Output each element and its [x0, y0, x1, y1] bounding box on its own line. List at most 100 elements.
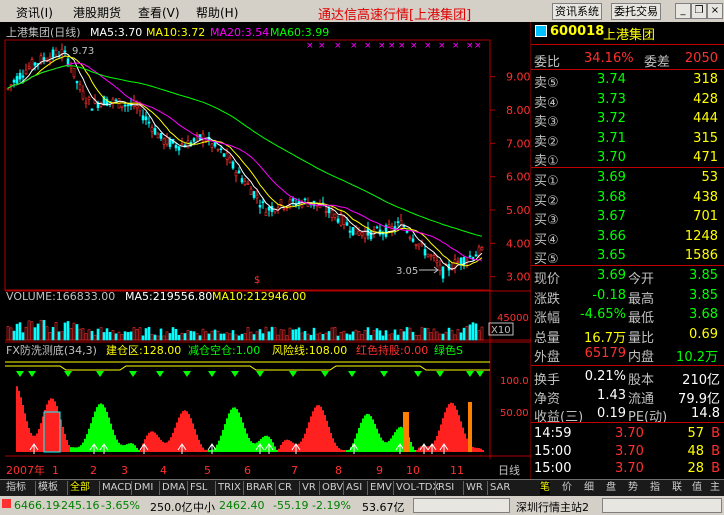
y-tick-label: 4.00 [506, 237, 531, 250]
tab-13[interactable]: EMV [370, 481, 392, 495]
volume-bar [477, 330, 481, 341]
indicator-bar [482, 449, 484, 452]
signal-dot-icon: × [398, 41, 406, 51]
volume-bar [90, 330, 94, 341]
volume-bar [465, 326, 469, 341]
side-tab-7[interactable]: 值 [692, 481, 702, 495]
indicator-bar [126, 444, 128, 452]
side-tab-5[interactable]: 指 [650, 481, 660, 495]
info-system-button[interactable]: 资讯系统 [552, 3, 602, 20]
volume-bar [456, 328, 460, 341]
volume-bar [162, 335, 166, 341]
tab-12[interactable]: ASI [346, 481, 362, 495]
indicator-bar [392, 435, 394, 452]
candle-body [216, 148, 220, 151]
tab-9[interactable]: CR [278, 481, 292, 495]
ticker-box [413, 498, 510, 513]
candle-body [18, 72, 22, 80]
tab-5[interactable]: DMA [162, 481, 185, 495]
tab-separator [243, 481, 244, 495]
fund-label: 换手 [534, 373, 561, 388]
indicator-bar [56, 406, 58, 452]
volume-bar [435, 331, 439, 341]
side-tab-0[interactable]: 笔 [540, 481, 550, 495]
tab-17[interactable]: SAR [490, 481, 510, 495]
indicator-bar [288, 440, 290, 452]
volume-bar [42, 319, 46, 341]
candle-body [15, 76, 19, 84]
indicator-bar [86, 434, 88, 452]
volume-bar [249, 331, 253, 341]
close-icon[interactable]: × [707, 3, 723, 19]
candle-body [114, 99, 118, 102]
indicator-bar [112, 429, 114, 452]
restore-icon[interactable]: ❐ [691, 3, 707, 19]
tab-separator [393, 481, 394, 495]
period-label[interactable]: 日线 [498, 463, 520, 477]
server-label[interactable]: 深圳行情主站2 [516, 499, 589, 515]
indicator-bar [224, 424, 226, 452]
stock-chart[interactable]: 上港集团(日线) MA5:3.70 MA10:3.72 MA20:3.54 MA… [0, 22, 531, 479]
menu-info[interactable]: 资讯(I) [16, 4, 53, 21]
tab-6[interactable]: FSL [190, 481, 208, 495]
volume-bar [306, 333, 310, 341]
side-tab-4[interactable]: 势 [628, 481, 638, 495]
tab-2[interactable]: 全部 [70, 481, 90, 495]
candle-body [180, 143, 184, 146]
side-tab-1[interactable]: 价 [562, 481, 572, 495]
volume-bar [159, 328, 163, 341]
candle-body [423, 249, 427, 256]
minimize-icon[interactable]: _ [675, 3, 691, 19]
indicator-bar [232, 407, 234, 452]
menu-help[interactable]: 帮助(H) [196, 4, 238, 21]
tab-separator [67, 481, 68, 495]
tab-3[interactable]: MACD [102, 481, 132, 495]
indicator-bar [24, 413, 26, 452]
tab-11[interactable]: OBV [322, 481, 343, 495]
indicator-bar [316, 405, 318, 452]
ask-row: 卖② 3.71 315 [531, 131, 724, 150]
indicator-bar [160, 439, 162, 452]
side-tab-6[interactable]: 联 [672, 481, 682, 495]
candle-body [90, 108, 94, 111]
side-tab-2[interactable]: 细 [584, 481, 594, 495]
indicator-hold: 红色持股:0.00 [356, 343, 428, 357]
trade-button[interactable]: 委托交易 [611, 3, 661, 20]
volume-bar [156, 335, 160, 341]
volume-bar [108, 331, 112, 341]
tab-8[interactable]: BRAR [246, 481, 273, 495]
volume-bar [129, 331, 133, 341]
volume-bar [231, 330, 235, 341]
indicator-bar [478, 448, 480, 452]
tab-14[interactable]: VOL-TDX [396, 481, 439, 495]
indicator-bar [208, 450, 210, 452]
indicator-tick-100: 100.0 [500, 376, 529, 387]
tab-7[interactable]: TRIX [218, 481, 241, 495]
menu-view[interactable]: 查看(V) [138, 4, 180, 21]
tab-0[interactable]: 指标 [6, 481, 26, 495]
ask-volume: 471 [693, 150, 718, 165]
signal-dot-icon: × [424, 41, 432, 51]
candle-body [477, 246, 481, 256]
volume-bar [387, 334, 391, 341]
indicator-name[interactable]: FX防洗测底(34,3) [6, 343, 97, 357]
ask-level-label: 卖③ [534, 115, 559, 130]
indicator-bar [466, 438, 468, 452]
indicator-bar [250, 441, 252, 452]
tab-1[interactable]: 模板 [38, 481, 58, 495]
tab-4[interactable]: DMI [134, 481, 153, 495]
tab-10[interactable]: VR [302, 481, 316, 495]
ask-price: 3.74 [597, 72, 626, 87]
side-tab-8[interactable]: 主 [710, 481, 720, 495]
indicator-bar [72, 447, 74, 452]
bid-volume: 438 [693, 189, 718, 205]
tab-16[interactable]: WR [466, 481, 483, 495]
signal-dot-icon: × [438, 41, 446, 51]
side-tab-3[interactable]: 盘 [606, 481, 616, 495]
indicator-bar [342, 450, 344, 452]
tab-separator [435, 481, 436, 495]
volume-bar [63, 322, 67, 341]
menu-hk-futures[interactable]: 港股期货 [73, 4, 121, 21]
ask-level-label: 卖② [534, 134, 559, 150]
tab-15[interactable]: RSI [438, 481, 454, 495]
